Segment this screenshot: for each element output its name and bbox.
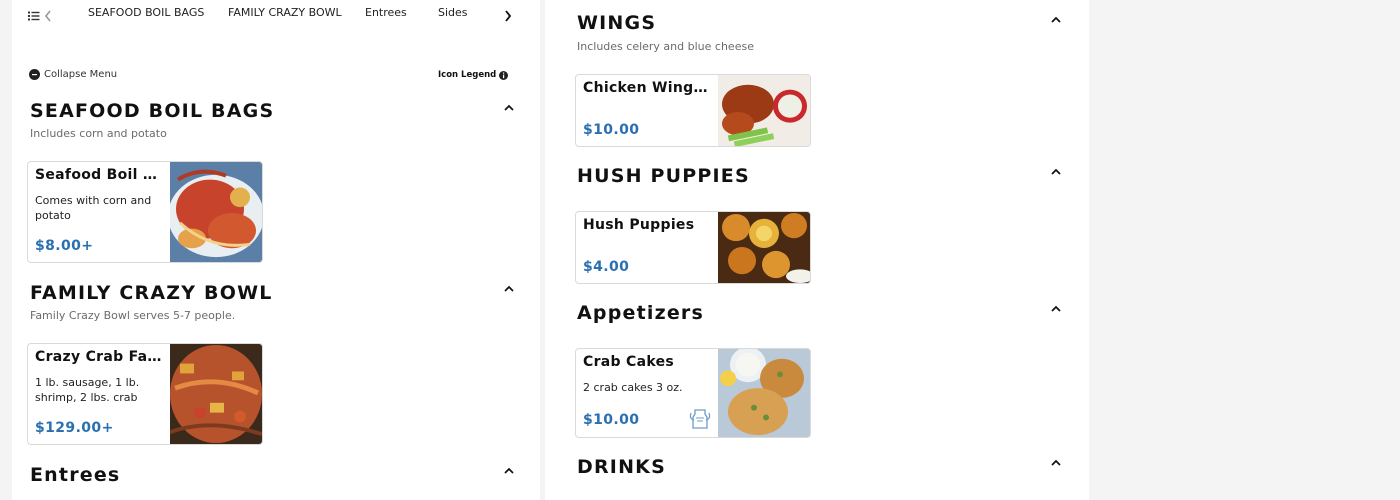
dairy-free-icon <box>689 409 711 429</box>
tab-entrees[interactable]: Entrees <box>365 6 407 19</box>
collapse-menu-button[interactable]: Collapse Menu <box>29 69 117 80</box>
item-price: $129.00+ <box>35 420 114 436</box>
section-title-entrees: Entrees <box>30 464 121 486</box>
chevron-up-icon[interactable] <box>502 463 516 477</box>
menu-item-card[interactable]: Hush Puppies $4.00 <box>575 211 811 284</box>
section-description: Includes celery and blue cheese <box>577 40 754 53</box>
item-price: $10.00 <box>583 122 640 138</box>
minus-circle-icon <box>29 69 40 80</box>
section-description: Includes corn and potato <box>30 127 167 140</box>
section-title-family-crazy-bowl: FAMILY CRAZY BOWL <box>30 282 273 304</box>
menu-column-left: SEAFOOD BOIL BAGS FAMILY CRAZY BOWL Entr… <box>12 0 540 500</box>
item-description: 2 crab cakes 3 oz. <box>583 381 683 394</box>
menu-item-card[interactable]: Crazy Crab Family Bowl 1 lb. sausage, 1 … <box>27 343 263 445</box>
chevron-left-icon[interactable] <box>44 7 52 26</box>
tab-seafood-boil-bags[interactable]: SEAFOOD BOIL BAGS <box>88 6 204 19</box>
item-name: Seafood Boil Bag <box>35 167 167 183</box>
item-photo <box>718 349 810 437</box>
tab-family-crazy-bowl[interactable]: FAMILY CRAZY BOWL <box>228 6 342 19</box>
menu-column-right: WINGS Includes celery and blue cheese Ch… <box>545 0 1089 500</box>
section-title-appetizers: Appetizers <box>577 302 705 324</box>
section-title-drinks: DRINKS <box>577 456 666 478</box>
chevron-up-icon[interactable] <box>1049 455 1063 469</box>
chevron-up-icon[interactable] <box>1049 301 1063 315</box>
chevron-right-icon[interactable] <box>504 7 512 26</box>
section-title-hush-puppies: HUSH PUPPIES <box>577 165 750 187</box>
info-icon <box>499 70 509 80</box>
chevron-up-icon[interactable] <box>1049 12 1063 26</box>
item-description: 1 lb. sausage, 1 lb. shrimp, 2 lbs. crab… <box>35 376 140 404</box>
item-photo <box>170 162 262 262</box>
category-nav: SEAFOOD BOIL BAGS FAMILY CRAZY BOWL Entr… <box>12 0 540 28</box>
item-name: Crab Cakes <box>583 354 675 370</box>
icon-legend-button[interactable]: Icon Legend <box>438 70 509 80</box>
item-photo <box>170 344 262 444</box>
section-title-seafood-boil-bags: SEAFOOD BOIL BAGS <box>30 100 275 122</box>
menu-item-card[interactable]: Crab Cakes 2 crab cakes 3 oz. $10.00 <box>575 348 811 438</box>
item-name: Chicken Wings (6 pcs) <box>583 80 715 96</box>
chevron-up-icon[interactable] <box>1049 164 1063 178</box>
section-description: Family Crazy Bowl serves 5-7 people. <box>30 309 236 322</box>
item-photo <box>718 75 810 146</box>
tab-sides[interactable]: Sides <box>438 6 468 19</box>
collapse-menu-label: Collapse Menu <box>44 69 118 80</box>
section-title-wings: WINGS <box>577 12 657 34</box>
chevron-up-icon[interactable] <box>502 281 516 295</box>
icon-legend-label: Icon Legend <box>438 70 497 80</box>
item-photo <box>718 212 810 283</box>
item-name: Hush Puppies <box>583 217 695 233</box>
item-price: $8.00+ <box>35 238 94 254</box>
item-description: Comes with corn and potato <box>35 194 152 222</box>
list-icon[interactable] <box>28 7 40 26</box>
item-price: $10.00 <box>583 412 640 428</box>
chevron-up-icon[interactable] <box>502 100 516 114</box>
item-price: $4.00 <box>583 259 630 275</box>
item-name: Crazy Crab Family Bowl <box>35 349 167 365</box>
menu-item-card[interactable]: Chicken Wings (6 pcs) $10.00 <box>575 74 811 147</box>
menu-item-card[interactable]: Seafood Boil Bag Comes with corn and pot… <box>27 161 263 263</box>
